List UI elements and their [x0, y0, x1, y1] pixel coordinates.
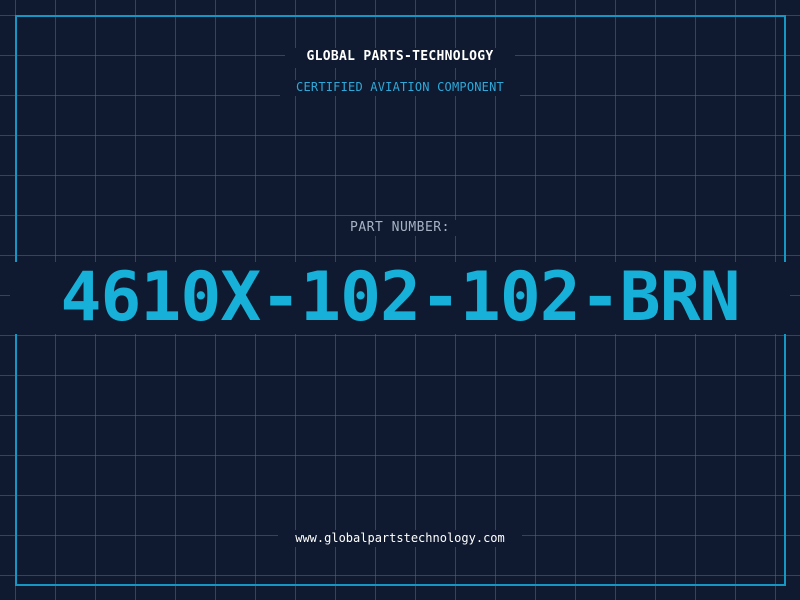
certification-subtitle: CERTIFIED AVIATION COMPONENT: [296, 80, 504, 94]
part-number-value: 4610X-102-102-BRN: [60, 258, 741, 337]
part-card: GLOBAL PARTS-TECHNOLOGY CERTIFIED AVIATI…: [0, 0, 800, 600]
website-url: www.globalpartstechnology.com: [295, 531, 505, 545]
company-name: GLOBAL PARTS-TECHNOLOGY: [306, 49, 494, 64]
part-number-label: PART NUMBER:: [350, 220, 450, 235]
